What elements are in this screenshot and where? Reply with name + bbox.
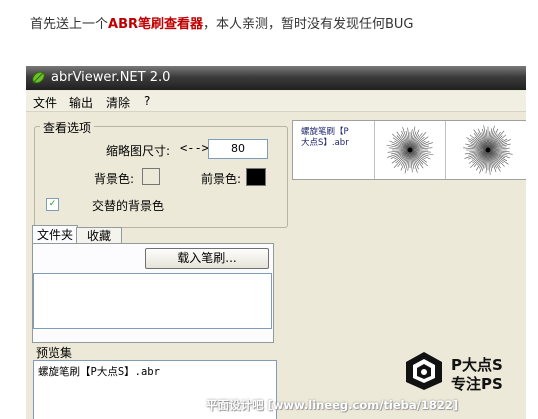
preview-name-cell[interactable]: 螺旋笔刷【P 大点S】.abr (293, 121, 375, 179)
tab-folder[interactable]: 文件夹 (32, 225, 78, 244)
thumb-size-input[interactable]: 80 (208, 139, 268, 159)
menu-help[interactable]: ? (144, 94, 150, 108)
window-title: abrViewer.NET 2.0 (51, 70, 171, 85)
thumb-size-label: 缩略图尺寸: (106, 144, 171, 158)
watermark: 平面设计吧 [www.lineeg.com/tieba/1822] (206, 398, 459, 412)
folder-list[interactable] (33, 273, 272, 329)
tab-favorites[interactable]: 收藏 (76, 227, 122, 244)
intro-before: 首先送上一个 (30, 17, 109, 32)
logo-line1: P大点S (451, 356, 503, 374)
intro-after: ，本人亲测，暂时没有发现任何BUG (203, 17, 414, 32)
brush-preview-strip: 螺旋笔刷【P 大点S】.abr (292, 120, 526, 180)
logo-icon (406, 352, 442, 390)
load-brush-button[interactable]: 载入笔刷... (145, 248, 269, 269)
spiral-brush-image (463, 125, 513, 175)
title-bar[interactable]: abrViewer.NET 2.0 (26, 66, 526, 90)
menu-file[interactable]: 文件 (33, 94, 57, 111)
preview-name-line1: 螺旋笔刷【P (301, 127, 349, 137)
bg-color-label: 背景色: (94, 172, 135, 186)
thumb-size-arrow: <--> (180, 141, 209, 155)
bg-color-swatch[interactable] (142, 168, 160, 185)
alternate-bg-checkbox[interactable]: ✓ (46, 198, 59, 211)
logo-line2: 专注PS (451, 375, 503, 393)
menu-clear[interactable]: 清除 (106, 94, 130, 111)
presets-label: 预览集 (36, 346, 73, 360)
view-options-title: 查看选项 (40, 119, 95, 136)
fg-color-swatch[interactable] (246, 168, 266, 186)
list-item[interactable]: 螺旋笔刷【P大点S】.abr (38, 364, 160, 379)
alternate-bg-label: 交替的背景色 (92, 199, 165, 213)
spiral-brush-image (386, 126, 434, 174)
brush-thumbnail[interactable] (375, 121, 446, 179)
intro-highlight: ABR笔刷查看器 (108, 17, 203, 32)
fg-color-label: 前景色: (201, 172, 242, 186)
leaf-icon (32, 71, 45, 84)
preview-name-line2: 大点S】.abr (301, 138, 349, 148)
intro-text: 首先送上一个ABR笔刷查看器，本人亲测，暂时没有发现任何BUG (30, 13, 414, 32)
menu-export[interactable]: 输出 (69, 94, 93, 111)
brush-thumbnail[interactable] (446, 121, 526, 179)
menu-bar: 文件 输出 清除 ? (26, 91, 526, 112)
